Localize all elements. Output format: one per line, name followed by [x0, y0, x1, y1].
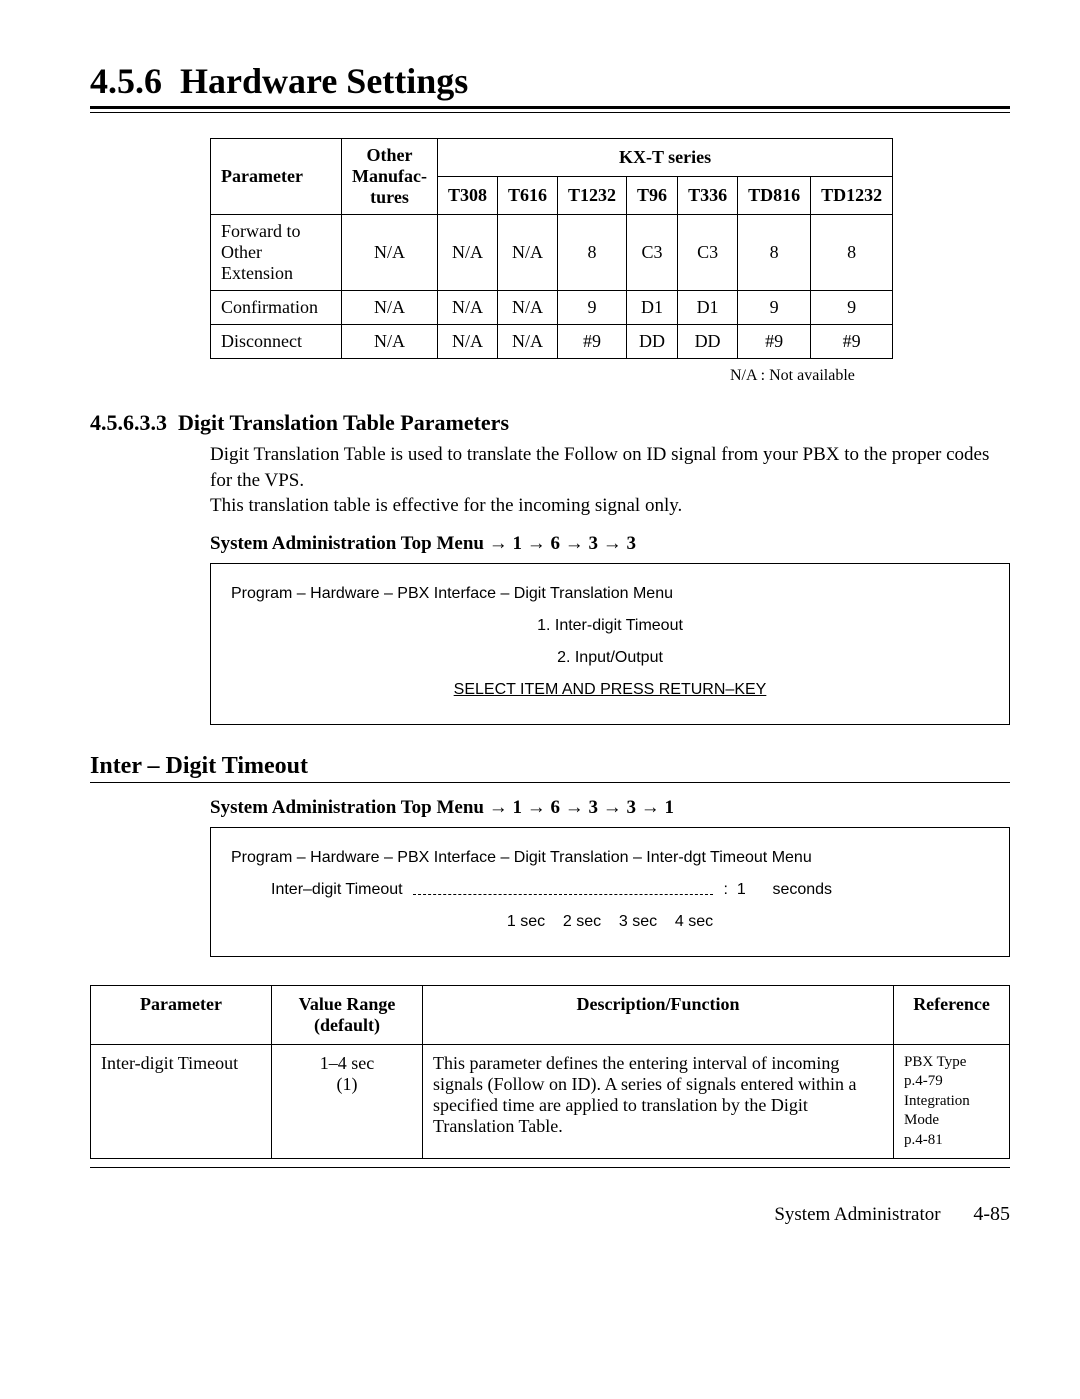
- menu-path: System Administration Top Menu → 1 → 6 →…: [210, 797, 1010, 819]
- cell: DD: [678, 325, 738, 359]
- terminal-menu-item: 1. Inter-digit Timeout: [231, 610, 989, 642]
- col-parameter: Parameter: [211, 139, 342, 215]
- terminal-box: Program – Hardware – PBX Interface – Dig…: [210, 563, 1010, 725]
- cell: N/A: [342, 325, 438, 359]
- col-t336: T336: [678, 177, 738, 215]
- subsection-heading: Inter – Digit Timeout: [90, 753, 1010, 783]
- cell-reference: PBX Type p.4-79 Integration Mode p.4-81: [894, 1044, 1010, 1159]
- cell: N/A: [438, 215, 498, 291]
- cell: 8: [558, 215, 627, 291]
- cell: 8: [811, 215, 893, 291]
- cell: #9: [738, 325, 811, 359]
- cell: DD: [627, 325, 678, 359]
- cell: D1: [627, 291, 678, 325]
- cell: N/A: [342, 291, 438, 325]
- dashed-line: [413, 884, 713, 895]
- cell: 8: [738, 215, 811, 291]
- cell-param: Confirmation: [211, 291, 342, 325]
- col-t96: T96: [627, 177, 678, 215]
- section-heading: 4.5.6.3.3 Digit Translation Table Parame…: [90, 410, 1010, 436]
- section-title: Digit Translation Table Parameters: [178, 410, 509, 435]
- terminal-field-value: 1: [737, 881, 746, 898]
- terminal-box: Program – Hardware – PBX Interface – Dig…: [210, 827, 1010, 957]
- cell: C3: [627, 215, 678, 291]
- section-paragraph: This translation table is effective for …: [210, 493, 1000, 519]
- col-description: Description/Function: [423, 985, 894, 1044]
- cell: 9: [558, 291, 627, 325]
- col-value-range: Value Range (default): [272, 985, 423, 1044]
- cell-range: 1–4 sec (1): [272, 1044, 423, 1159]
- col-t1232: T1232: [558, 177, 627, 215]
- footer-label: System Administrator: [774, 1204, 940, 1225]
- menu-path: System Administration Top Menu → 1 → 6 →…: [210, 533, 1010, 555]
- cell-param: Inter-digit Timeout: [91, 1044, 272, 1159]
- kx-series-table: Parameter Other Manufac- tures KX-T seri…: [210, 138, 893, 359]
- col-t308: T308: [438, 177, 498, 215]
- cell: C3: [678, 215, 738, 291]
- table-row: Forward to Other Extension N/A N/A N/A 8…: [211, 215, 893, 291]
- col-t616: T616: [498, 177, 558, 215]
- col-td816: TD816: [738, 177, 811, 215]
- cell: N/A: [498, 291, 558, 325]
- page-footer: System Administrator 4-85: [90, 1203, 1010, 1226]
- parameter-table: Parameter Value Range (default) Descript…: [90, 985, 1010, 1160]
- title-rule: [90, 106, 1010, 113]
- terminal-prompt: SELECT ITEM AND PRESS RETURN–KEY: [454, 681, 767, 698]
- table-row: Inter-digit Timeout 1–4 sec (1) This par…: [91, 1044, 1010, 1159]
- terminal-field-unit: seconds: [772, 881, 832, 898]
- table-row: Disconnect N/A N/A N/A #9 DD DD #9 #9: [211, 325, 893, 359]
- terminal-field-label: Inter–digit Timeout: [271, 881, 403, 898]
- cell: 9: [738, 291, 811, 325]
- terminal-options: 1 sec 2 sec 3 sec 4 sec: [231, 906, 989, 938]
- page-title: 4.5.6 Hardware Settings: [90, 60, 1010, 102]
- title-text: Hardware Settings: [180, 61, 468, 101]
- cell: N/A: [438, 325, 498, 359]
- table-row: Confirmation N/A N/A N/A 9 D1 D1 9 9: [211, 291, 893, 325]
- cell-description: This parameter defines the entering inte…: [423, 1044, 894, 1159]
- col-td1232: TD1232: [811, 177, 893, 215]
- cell: #9: [811, 325, 893, 359]
- col-kx-group: KX-T series: [438, 139, 893, 177]
- terminal-separator: :: [724, 881, 728, 898]
- section-paragraph: Digit Translation Table is used to trans…: [210, 442, 1000, 493]
- cell: N/A: [498, 215, 558, 291]
- horizontal-rule: [90, 1167, 1010, 1168]
- cell: 9: [811, 291, 893, 325]
- terminal-menu-item: 2. Input/Output: [231, 642, 989, 674]
- cell: #9: [558, 325, 627, 359]
- cell-param: Forward to Other Extension: [211, 215, 342, 291]
- title-number: 4.5.6: [90, 61, 162, 101]
- terminal-breadcrumb: Program – Hardware – PBX Interface – Dig…: [231, 842, 989, 874]
- col-parameter: Parameter: [91, 985, 272, 1044]
- section-number: 4.5.6.3.3: [90, 410, 167, 435]
- cell: D1: [678, 291, 738, 325]
- col-other-manufactures: Other Manufac- tures: [342, 139, 438, 215]
- cell: N/A: [342, 215, 438, 291]
- footer-page-number: 4-85: [973, 1203, 1010, 1225]
- terminal-breadcrumb: Program – Hardware – PBX Interface – Dig…: [231, 578, 989, 610]
- cell: N/A: [498, 325, 558, 359]
- na-note: N/A : Not available: [730, 367, 1010, 385]
- cell-param: Disconnect: [211, 325, 342, 359]
- cell: N/A: [438, 291, 498, 325]
- col-reference: Reference: [894, 985, 1010, 1044]
